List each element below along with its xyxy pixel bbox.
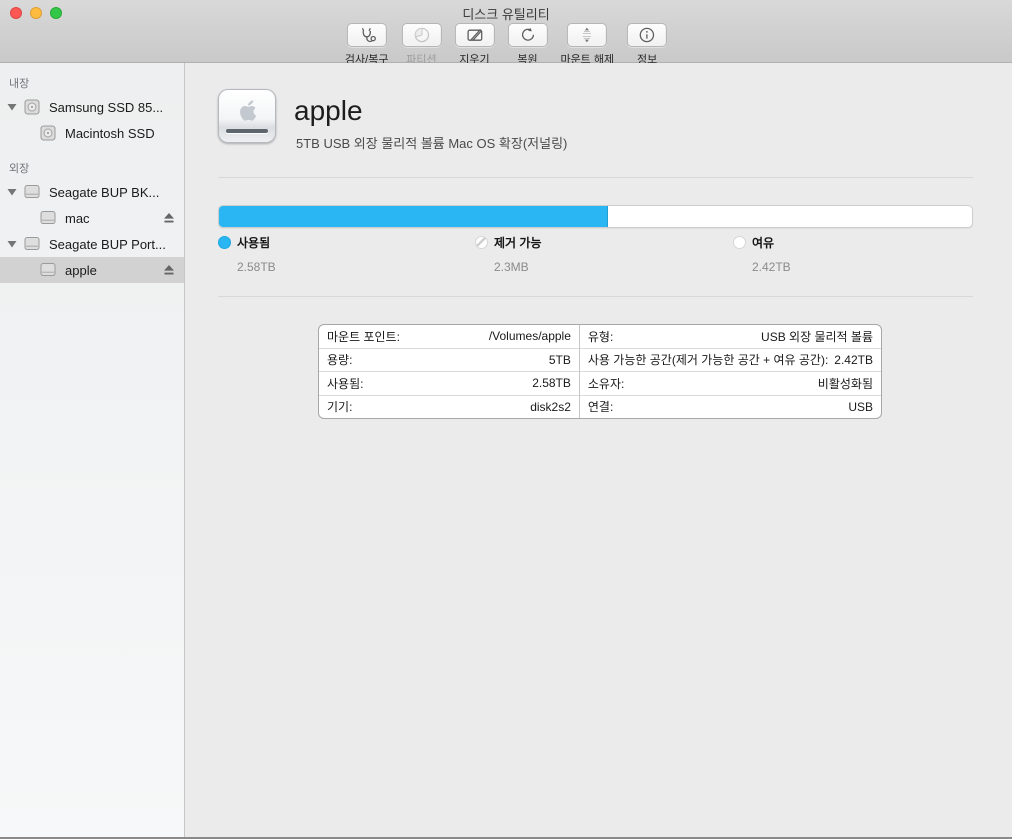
first-aid-button[interactable]: 검사/복구 (345, 23, 389, 67)
info-label: 소유자: (588, 375, 624, 392)
erase-icon (464, 25, 484, 45)
info-icon (637, 25, 657, 45)
usage-bar-used (219, 206, 608, 227)
info-row-available: 사용 가능한 공간(제거 가능한 공간 + 여유 공간): 2.42TB (580, 349, 881, 373)
sidebar-item-label: apple (65, 263, 97, 278)
info-row-type: 유형: USB 외장 물리적 볼륨 (580, 325, 881, 349)
volume-subtitle: 5TB USB 외장 물리적 볼륨 Mac OS 확장(저널링) (296, 133, 567, 152)
internal-drive-icon (40, 125, 56, 141)
info-value: disk2s2 (530, 400, 571, 414)
sidebar-item-label: Seagate BUP BK... (49, 185, 159, 200)
info-value: USB (848, 400, 873, 414)
info-row-owner: 소유자: 비활성화됨 (580, 372, 881, 396)
info-label: 기기: (327, 398, 352, 415)
legend-used: 사용됨 2.58TB (218, 234, 276, 274)
eject-icon[interactable] (163, 212, 175, 224)
sidebar-item-samsung-ssd[interactable]: Samsung SSD 85... (0, 94, 184, 120)
disclosure-triangle-icon[interactable] (7, 103, 17, 111)
main-pane: apple 5TB USB 외장 물리적 볼륨 Mac OS 확장(저널링) 사… (186, 63, 1012, 838)
external-drive-icon (24, 236, 40, 251)
sidebar-item-label: Seagate BUP Port... (49, 237, 166, 252)
volume-device-icon (218, 89, 276, 143)
sidebar-item-seagate-port[interactable]: Seagate BUP Port... (0, 231, 184, 257)
sidebar-item-label: Macintosh SSD (65, 126, 155, 141)
legend-value: 2.3MB (494, 260, 542, 274)
info-label: 사용 가능한 공간(제거 가능한 공간 + 여유 공간): (588, 351, 828, 368)
disk-utility-window: 디스크 유틸리티 검사/복구 (0, 0, 1012, 839)
restore-button[interactable]: 복원 (507, 23, 547, 67)
apple-logo-icon (237, 98, 259, 124)
legend-value: 2.42TB (752, 260, 791, 274)
info-row-mount-point: 마운트 포인트: /Volumes/apple (319, 325, 579, 349)
sidebar-item-label: mac (65, 211, 90, 226)
legend-value: 2.58TB (237, 260, 276, 274)
sidebar-item-label: Samsung SSD 85... (49, 100, 163, 115)
device-slot (226, 129, 268, 133)
info-label: 용량: (327, 351, 352, 368)
sidebar-item-mac[interactable]: mac (0, 205, 184, 231)
erase-button[interactable]: 지우기 (454, 23, 494, 67)
info-label: 유형: (588, 328, 613, 345)
divider (218, 296, 973, 297)
legend-purgeable: 제거 가능 2.3MB (475, 234, 542, 274)
usage-bar (218, 205, 973, 228)
info-value: 2.58TB (532, 376, 571, 390)
partition-icon (411, 25, 431, 45)
unmount-icon (577, 25, 597, 45)
legend-free: 여유 2.42TB (733, 234, 791, 274)
volume-info-table: 마운트 포인트: /Volumes/apple 용량: 5TB 사용됨: 2.5… (318, 324, 882, 419)
info-row-capacity: 용량: 5TB (319, 349, 579, 373)
info-row-used: 사용됨: 2.58TB (319, 372, 579, 396)
first-aid-icon (357, 25, 377, 45)
sidebar: 내장 Samsung SSD 85... Macintosh SSD 외장 (0, 63, 185, 838)
info-value: /Volumes/apple (489, 329, 571, 343)
info-label: 마운트 포인트: (327, 328, 400, 345)
info-value: USB 외장 물리적 볼륨 (761, 328, 873, 345)
external-drive-icon (24, 184, 40, 199)
legend-label: 제거 가능 (494, 234, 542, 251)
internal-drive-icon (24, 99, 40, 115)
info-row-connection: 연결: USB (580, 396, 881, 419)
sidebar-item-seagate-bk[interactable]: Seagate BUP BK... (0, 179, 184, 205)
sidebar-section-internal: 내장 (0, 75, 184, 90)
external-drive-icon (40, 262, 56, 277)
sidebar-item-macintosh-ssd[interactable]: Macintosh SSD (0, 120, 184, 146)
info-label: 사용됨: (327, 375, 363, 392)
partition-button[interactable]: 파티션 (401, 23, 441, 67)
legend-label: 여유 (752, 234, 774, 251)
purgeable-swatch-icon (475, 236, 488, 249)
disclosure-triangle-icon[interactable] (7, 188, 17, 196)
info-label: 연결: (588, 398, 613, 415)
info-row-device: 기기: disk2s2 (319, 396, 579, 419)
disclosure-triangle-icon[interactable] (7, 240, 17, 248)
legend-label: 사용됨 (237, 234, 270, 251)
free-swatch-icon (733, 236, 746, 249)
external-drive-icon (40, 210, 56, 225)
unmount-button[interactable]: 마운트 해제 (560, 23, 614, 67)
divider (218, 177, 973, 178)
info-value: 비활성화됨 (818, 375, 873, 392)
window-title: 디스크 유틸리티 (0, 4, 1012, 23)
sidebar-item-apple[interactable]: apple (0, 257, 184, 283)
info-value: 2.42TB (834, 353, 873, 367)
restore-icon (517, 25, 537, 45)
info-value: 5TB (549, 353, 571, 367)
used-swatch-icon (218, 236, 231, 249)
title-toolbar: 디스크 유틸리티 검사/복구 (0, 0, 1012, 63)
info-button[interactable]: 정보 (627, 23, 667, 67)
eject-icon[interactable] (163, 264, 175, 276)
toolbar: 검사/복구 파티션 지 (345, 23, 667, 67)
sidebar-section-external: 외장 (0, 160, 184, 175)
volume-title: apple (294, 95, 363, 127)
